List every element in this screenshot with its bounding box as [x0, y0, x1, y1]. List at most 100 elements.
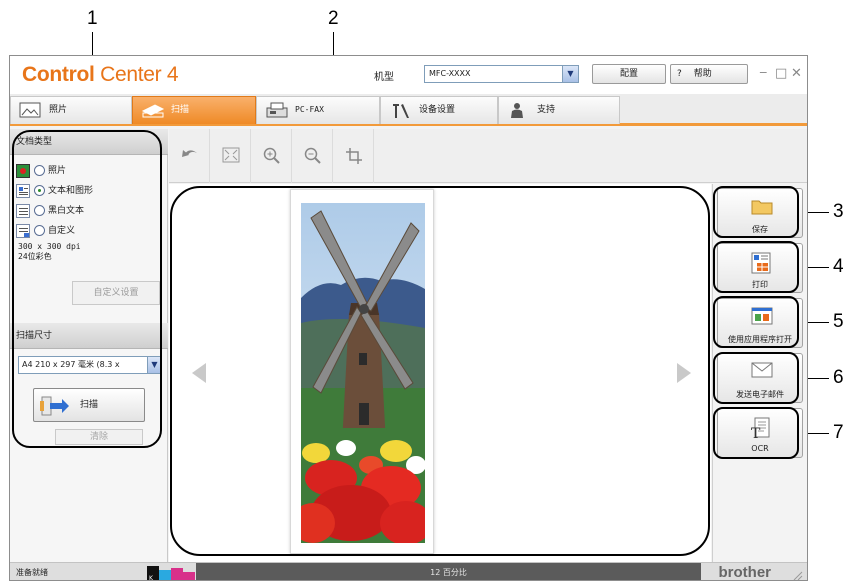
- open-app-icon: [751, 307, 773, 325]
- scan-icon: [141, 104, 165, 118]
- email-icon: [751, 362, 773, 378]
- open-with-app-button[interactable]: 使用应用程序打开: [717, 298, 803, 348]
- annotated-screenshot: 1 2 3 4 5 6 7 Control Center 4 机型 MFC-XX…: [0, 0, 849, 581]
- previous-page-arrow-icon[interactable]: [191, 362, 207, 384]
- scan-button-label: 扫描: [79, 400, 98, 410]
- bw-text-icon: [16, 203, 30, 218]
- scan-size-header: 扫描尺寸: [10, 323, 168, 349]
- preview-toolbar: [169, 129, 807, 183]
- send-email-label: 发送电子邮件: [736, 390, 784, 399]
- doc-type-bw-text[interactable]: 黑白文本: [16, 202, 84, 220]
- radio-custom[interactable]: [34, 225, 45, 236]
- tab-support[interactable]: 支持: [498, 96, 620, 124]
- doc-type-header: 文档类型: [10, 129, 168, 155]
- maximize-icon[interactable]: □: [775, 66, 787, 81]
- photo-type-icon: [16, 163, 30, 178]
- chevron-down-icon[interactable]: ▼: [147, 357, 161, 373]
- scanned-page: [290, 189, 434, 554]
- radio-label: 文本和图形: [48, 186, 94, 196]
- callout-4: 4: [833, 256, 844, 277]
- doc-type-text-graphics[interactable]: 文本和图形: [16, 182, 93, 200]
- radio-label: 自定义: [48, 226, 76, 236]
- resize-grip-icon[interactable]: [791, 569, 803, 581]
- close-icon[interactable]: ✕: [791, 66, 802, 81]
- callout-2: 2: [328, 8, 339, 29]
- tab-scan[interactable]: 扫描: [132, 96, 256, 124]
- scan-size-value: A4 210 x 297 毫米 (8.3 x: [22, 360, 120, 369]
- help-label: 帮助: [693, 69, 712, 79]
- status-bar: 准备就绪 K 12 百分比 brother: [10, 562, 807, 581]
- fit-icon: [222, 147, 240, 163]
- next-page-arrow-icon[interactable]: [676, 362, 692, 384]
- fit-button[interactable]: [210, 129, 251, 183]
- radio-label: 黑白文本: [48, 206, 85, 216]
- brand-logo: brother: [718, 564, 772, 581]
- doc-type-custom[interactable]: 自定义: [16, 222, 75, 240]
- zoom-in-icon: [263, 147, 280, 164]
- tab-device-settings[interactable]: 设备设置: [380, 96, 498, 124]
- radio-text-graphics[interactable]: [34, 185, 45, 196]
- scan-size-select[interactable]: A4 210 x 297 毫米 (8.3 x ▼: [18, 356, 162, 374]
- callout-7: 7: [833, 422, 844, 443]
- send-email-button[interactable]: 发送电子邮件: [717, 353, 803, 403]
- callout-3: 3: [833, 201, 844, 222]
- zoom-in-button[interactable]: [251, 129, 292, 183]
- save-label: 保存: [752, 225, 768, 234]
- clear-button[interactable]: 清除: [55, 429, 143, 445]
- tab-label: 扫描: [171, 105, 190, 115]
- doc-type-photo[interactable]: 照片: [16, 162, 66, 180]
- folder-icon: [751, 200, 773, 215]
- custom-type-icon: [16, 223, 30, 238]
- zoom-out-button[interactable]: [292, 129, 333, 183]
- resolution-text: 300 x 300 dpi: [18, 242, 81, 251]
- print-button[interactable]: 打印: [717, 243, 803, 293]
- photo-icon: [19, 102, 41, 118]
- tab-pc-fax[interactable]: PC-FAX: [256, 96, 380, 124]
- scan-button[interactable]: 扫描: [33, 388, 145, 422]
- windmill-photo: [301, 203, 425, 543]
- tab-photo[interactable]: 照片: [10, 96, 132, 124]
- callout-6: 6: [833, 367, 844, 388]
- model-label: 机型: [374, 72, 394, 83]
- tab-label: PC-FAX: [295, 105, 324, 114]
- scan-preview-area: [169, 184, 711, 562]
- ocr-icon: T: [751, 417, 770, 439]
- crop-button[interactable]: [333, 129, 374, 183]
- resolution-info: 300 x 300 dpi 24位彩色: [18, 242, 81, 262]
- tools-icon: [393, 104, 409, 118]
- print-label: 打印: [752, 280, 768, 289]
- model-select[interactable]: MFC-XXXX ▼: [424, 65, 579, 83]
- zoom-level-text: 12 百分比: [196, 563, 701, 580]
- ocr-button[interactable]: T OCR: [717, 408, 803, 458]
- crop-icon: [346, 148, 362, 164]
- help-button[interactable]: ? 帮助: [670, 64, 748, 84]
- tab-label: 照片: [49, 105, 68, 115]
- undo-icon: [182, 150, 197, 157]
- undo-button[interactable]: [169, 129, 210, 183]
- chevron-down-icon[interactable]: ▼: [562, 66, 578, 82]
- control-center-window: Control Center 4 机型 MFC-XXXX ▼ 配置 ? 帮助 _ …: [9, 55, 808, 581]
- tab-label: 设备设置: [419, 105, 456, 115]
- callout-1: 1: [87, 8, 98, 29]
- tab-bar: 照片 扫描 PC-FAX 设备设置 支持: [10, 94, 807, 126]
- save-button[interactable]: 保存: [717, 188, 803, 238]
- minimize-icon[interactable]: _: [760, 59, 767, 74]
- scan-action-icon: [40, 396, 69, 416]
- fax-icon: [266, 102, 288, 118]
- model-select-value: MFC-XXXX: [429, 69, 471, 78]
- custom-settings-button[interactable]: 自定义设置: [72, 281, 160, 305]
- open-with-app-label: 使用应用程序打开: [728, 335, 792, 344]
- help-icon: ?: [677, 69, 682, 79]
- print-icon: [751, 252, 771, 274]
- radio-label: 照片: [48, 166, 67, 176]
- status-text: 准备就绪: [16, 568, 48, 577]
- radio-photo[interactable]: [34, 165, 45, 176]
- radio-bw-text[interactable]: [34, 205, 45, 216]
- config-button[interactable]: 配置: [592, 64, 666, 84]
- support-icon: [511, 103, 523, 118]
- tab-label: 支持: [537, 105, 556, 115]
- zoom-out-icon: [304, 147, 321, 164]
- title-bar: Control Center 4 机型 MFC-XXXX ▼ 配置 ? 帮助 _ …: [10, 56, 807, 94]
- svg-text:T: T: [751, 426, 761, 439]
- color-mode-text: 24位彩色: [18, 252, 52, 261]
